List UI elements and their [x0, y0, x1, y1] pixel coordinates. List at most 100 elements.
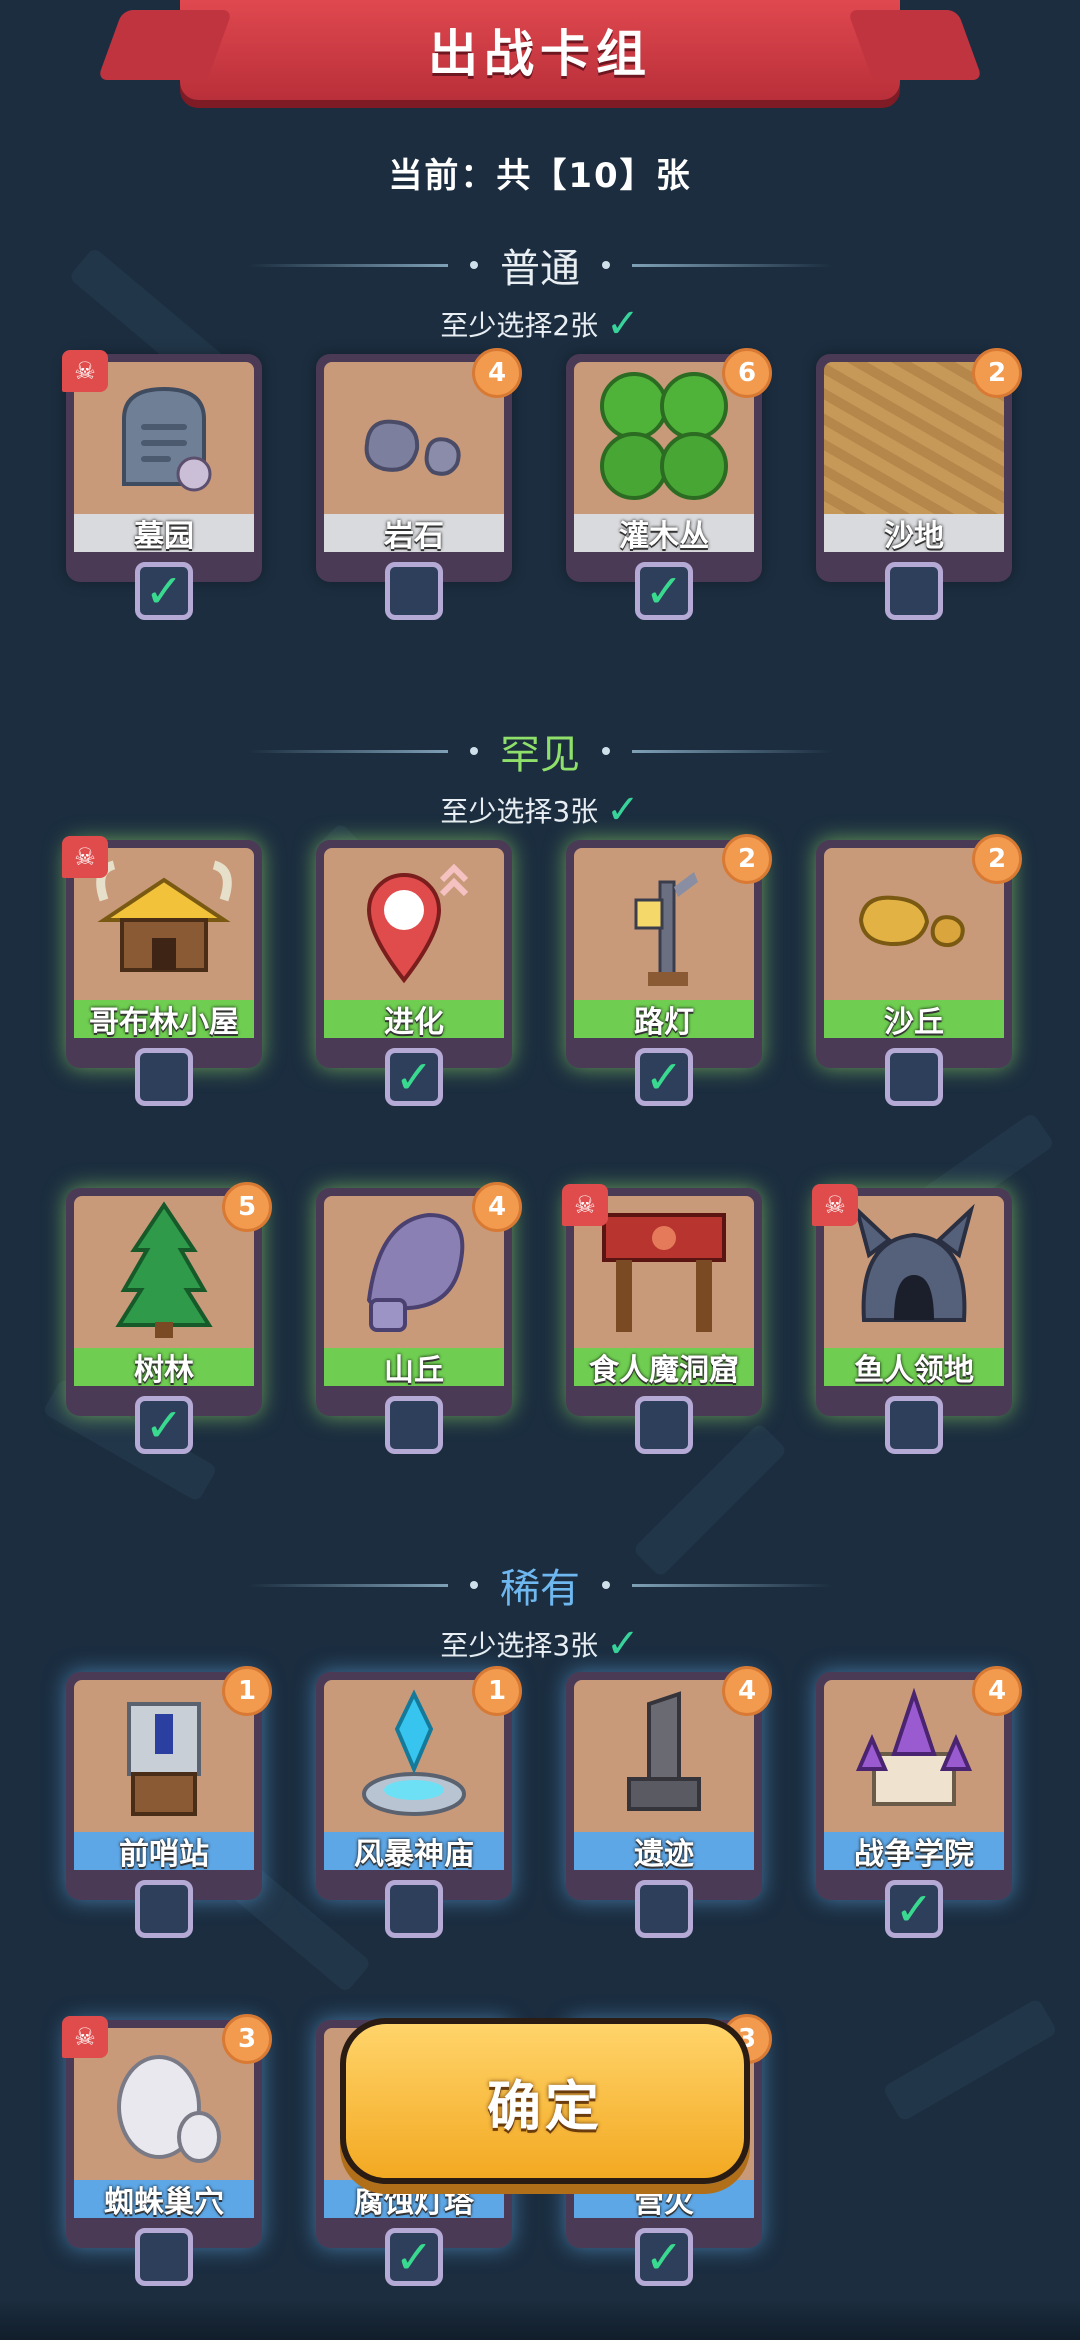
confirm-button[interactable]: 确定 — [340, 2018, 750, 2184]
card-spider-nest[interactable]: 蜘蛛巢穴 3 ☠ — [62, 2014, 272, 2248]
checkbox-rock[interactable] — [385, 562, 443, 620]
background-pattern — [0, 0, 1080, 2340]
card-bush[interactable]: 灌木丛 6 — [566, 348, 772, 582]
count-badge: 4 — [472, 348, 522, 398]
card-label: 风暴神庙 — [324, 1832, 504, 1872]
check-icon: ✓ — [394, 2230, 434, 2284]
count-badge: 2 — [972, 348, 1022, 398]
section-requirement: 至少选择2张 — [440, 309, 599, 342]
check-icon: ✓ — [644, 564, 684, 618]
section-uncommon-header: 罕见 至少选择3张 ✓ — [0, 722, 1080, 830]
check-icon: ✓ — [606, 1621, 640, 1667]
card-forest[interactable]: 树林 5 — [66, 1182, 272, 1416]
count-badge: 3 — [222, 2014, 272, 2064]
skull-icon: ☠ — [62, 836, 108, 878]
card-graveyard[interactable]: 墓园 ☠ — [62, 350, 262, 582]
card-label: 遗迹 — [574, 1832, 754, 1872]
check-icon: ✓ — [644, 1050, 684, 1104]
card-storm-temple[interactable]: 风暴神庙 1 — [316, 1666, 522, 1900]
count-badge: 2 — [722, 834, 772, 884]
checkbox-ogre-cave[interactable] — [635, 1396, 693, 1454]
ogre-cave-icon — [602, 1213, 726, 1332]
check-icon: ✓ — [894, 1882, 934, 1936]
section-title: 罕见 — [500, 732, 580, 778]
card-outpost[interactable]: 前哨站 1 — [66, 1666, 272, 1900]
card-label: 山丘 — [324, 1348, 504, 1388]
checkbox-sand[interactable] — [885, 562, 943, 620]
card-label: 墓园 — [74, 514, 254, 554]
section-rare-header: 稀有 至少选择3张 ✓ — [0, 1556, 1080, 1664]
checkbox-corrupted-tower[interactable]: ✓ — [385, 2228, 443, 2286]
section-requirement: 至少选择3张 — [440, 1629, 599, 1662]
card-evolution[interactable]: 进化 — [316, 840, 512, 1068]
card-label: 腐蚀灯塔 — [324, 2180, 504, 2220]
count-badge: 4 — [472, 1182, 522, 1232]
checkbox-outpost[interactable] — [135, 1880, 193, 1938]
checkbox-ruins[interactable] — [635, 1880, 693, 1938]
ruins-icon — [627, 1691, 701, 1811]
checkbox-murloc-lair[interactable] — [885, 1396, 943, 1454]
checkbox-war-academy[interactable]: ✓ — [885, 1880, 943, 1938]
card-war-academy[interactable]: 战争学院 4 — [816, 1666, 1022, 1900]
card-murloc-lair[interactable]: 鱼人领地 ☠ — [812, 1184, 1012, 1416]
card-label: 灌木丛 — [574, 514, 754, 554]
checkbox-goblin-hut[interactable] — [135, 1048, 193, 1106]
card-label: 蜘蛛巢穴 — [74, 2180, 254, 2220]
bush-icon — [600, 372, 728, 500]
count-badge: 4 — [722, 1666, 772, 1716]
card-dune[interactable]: 沙丘 2 — [816, 834, 1022, 1068]
section-common-header: 普通 至少选择2张 ✓ — [0, 236, 1080, 344]
storm-temple-icon — [362, 1689, 466, 1816]
count-badge: 5 — [222, 1182, 272, 1232]
checkbox-forest[interactable]: ✓ — [135, 1396, 193, 1454]
checkbox-hill[interactable] — [385, 1396, 443, 1454]
count-badge: 1 — [472, 1666, 522, 1716]
skull-icon: ☠ — [562, 1184, 608, 1226]
tree-icon — [115, 1201, 213, 1338]
murloc-lair-icon — [853, 1203, 975, 1322]
card-label: 前哨站 — [74, 1832, 254, 1872]
checkbox-campfire[interactable]: ✓ — [635, 2228, 693, 2286]
card-label: 树林 — [74, 1348, 254, 1388]
card-ruins[interactable]: 遗迹 4 — [566, 1666, 772, 1900]
card-hill[interactable]: 山丘 4 — [316, 1182, 522, 1416]
count-badge: 4 — [972, 1666, 1022, 1716]
dune-icon — [858, 895, 965, 948]
rock-icon — [364, 419, 461, 476]
evolution-icon — [366, 863, 469, 984]
goblin-hut-icon — [96, 860, 232, 972]
card-label: 岩石 — [324, 514, 504, 554]
card-rock[interactable]: 岩石 4 — [316, 348, 522, 582]
skull-icon: ☠ — [62, 350, 108, 392]
page-title: 出战卡组 — [428, 25, 652, 83]
tombstone-icon — [122, 386, 212, 492]
card-sand[interactable]: 沙地 2 — [816, 348, 1022, 582]
checkbox-evolution[interactable]: ✓ — [385, 1048, 443, 1106]
check-icon: ✓ — [606, 787, 640, 833]
card-label: 食人魔洞窟 — [574, 1348, 754, 1388]
card-goblin-hut[interactable]: 哥布林小屋 ☠ — [62, 836, 262, 1068]
checkbox-graveyard[interactable]: ✓ — [135, 562, 193, 620]
count-badge: 1 — [222, 1666, 272, 1716]
card-streetlamp[interactable]: 路灯 2 — [566, 834, 772, 1068]
count-badge: 2 — [972, 834, 1022, 884]
checkbox-storm-temple[interactable] — [385, 1880, 443, 1938]
deck-count: 当前：共【10】张 — [388, 156, 692, 196]
skull-icon: ☠ — [62, 2016, 108, 2058]
checkbox-spider-nest[interactable] — [135, 2228, 193, 2286]
count-badge: 6 — [722, 348, 772, 398]
card-label: 进化 — [324, 1000, 504, 1040]
confirm-button-label: 确定 — [487, 2074, 603, 2138]
check-icon: ✓ — [644, 2230, 684, 2284]
header-banner: 出战卡组 — [97, 0, 983, 100]
card-label: 沙丘 — [824, 1000, 1004, 1040]
card-label: 鱼人领地 — [824, 1348, 1004, 1388]
checkbox-streetlamp[interactable]: ✓ — [635, 1048, 693, 1106]
card-ogre-cave[interactable]: 食人魔洞窟 ☠ — [562, 1184, 762, 1416]
checkbox-dune[interactable] — [885, 1048, 943, 1106]
checkbox-bush[interactable]: ✓ — [635, 562, 693, 620]
card-label: 沙地 — [824, 514, 1004, 554]
bottom-shade — [0, 2300, 1080, 2340]
streetlamp-icon — [634, 872, 698, 986]
check-icon: ✓ — [144, 1398, 184, 1452]
